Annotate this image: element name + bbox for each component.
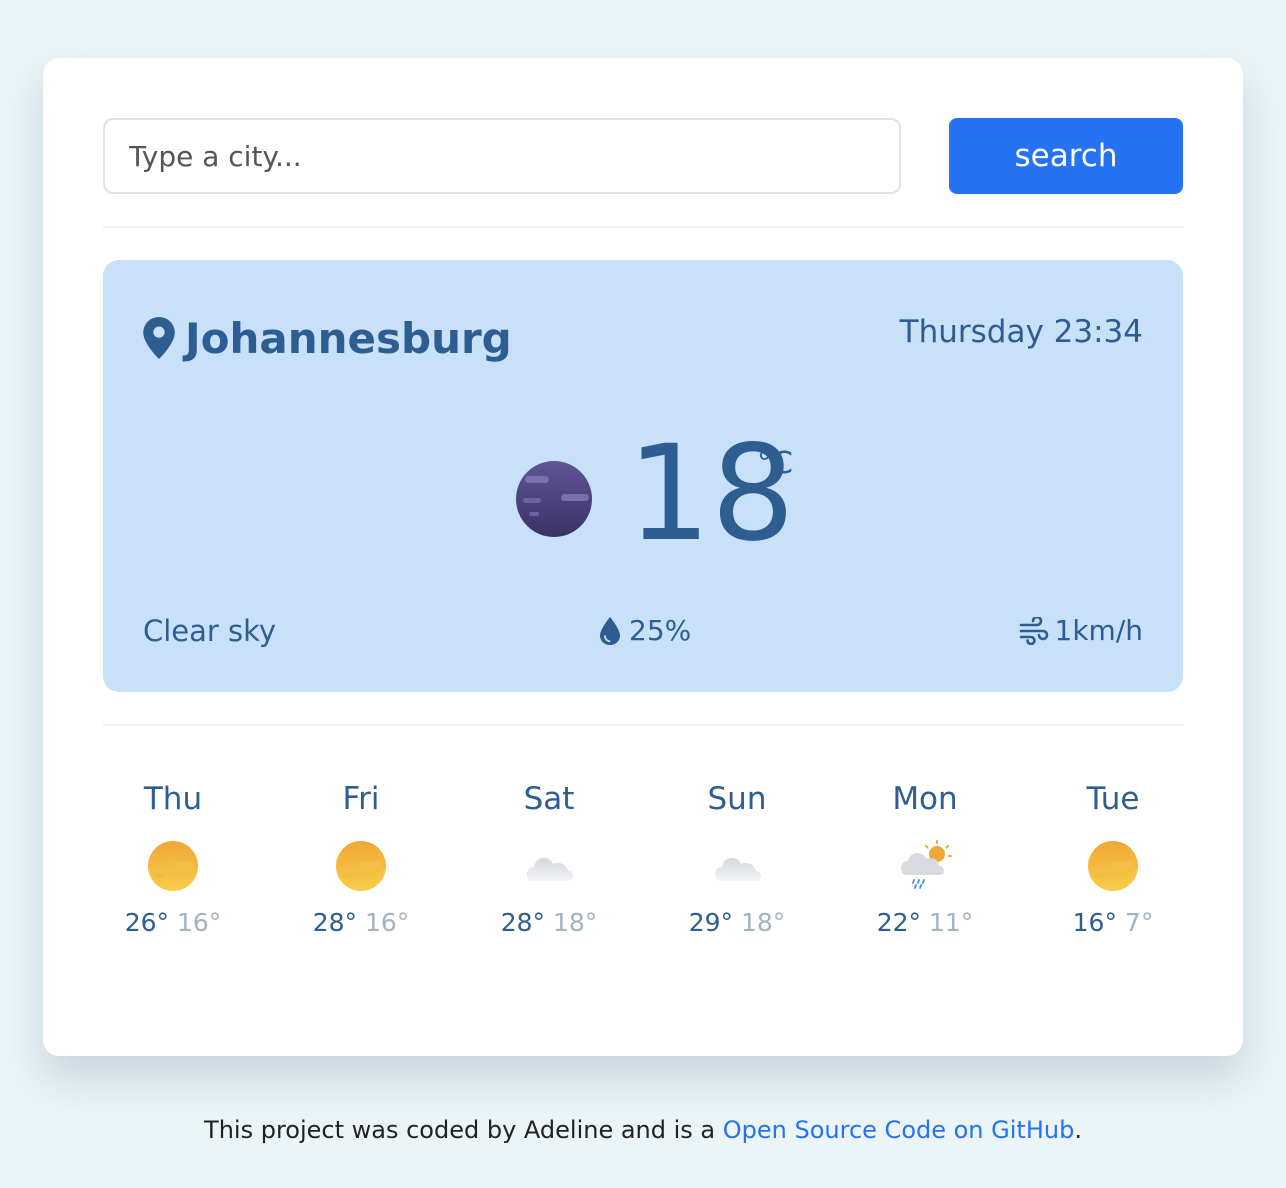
forecast-day-name: Thu — [143, 781, 203, 817]
forecast-min-temp: 18° — [552, 908, 598, 937]
city-heading: Johannesburg — [143, 310, 512, 366]
search-button[interactable]: search — [949, 118, 1183, 194]
footer: This project was coded by Adeline and is… — [0, 1116, 1286, 1144]
forecast-max-temp: 26° — [124, 908, 170, 937]
forecast-max-temp: 28° — [500, 908, 546, 937]
water-drop-icon — [600, 616, 620, 645]
forecast-day: Fri 28° 16° — [291, 776, 431, 937]
footer-period: . — [1074, 1116, 1082, 1144]
city-search-input[interactable] — [103, 118, 901, 194]
sun-icon — [336, 841, 386, 891]
forecast-temps: 16° 7° — [1043, 908, 1183, 937]
search-form: search — [103, 118, 1183, 194]
forecast-max-temp: 22° — [876, 908, 922, 937]
wind-speed-value: 1km/h — [1054, 614, 1143, 647]
temperature-value: 18 — [627, 417, 795, 571]
forecast-max-temp: 29° — [688, 908, 734, 937]
divider — [103, 226, 1183, 228]
forecast-row: Thu 26° 16° Fri 28° 16° Sat 28° 18° Sun … — [103, 776, 1183, 956]
cloud-icon — [527, 858, 573, 881]
forecast-day: Mon 22° 11° — [855, 776, 995, 937]
temperature-unit: °C — [757, 446, 793, 481]
forecast-day-name: Fri — [342, 781, 380, 817]
github-link[interactable]: Open Source Code on GitHub — [723, 1116, 1075, 1144]
forecast-day: Sat 28° 18° — [479, 776, 619, 937]
forecast-min-temp: 16° — [364, 908, 410, 937]
forecast-min-temp: 7° — [1124, 908, 1154, 937]
location-pin-icon — [143, 317, 175, 359]
forecast-temps: 29° 18° — [667, 908, 807, 937]
wind-indicator: 1km/h — [1019, 614, 1143, 647]
forecast-day-name: Mon — [892, 781, 958, 817]
forecast-max-temp: 28° — [312, 908, 358, 937]
clear-night-moon-icon — [516, 461, 592, 537]
humidity-indicator: 25% — [599, 614, 691, 647]
cloud-icon — [715, 858, 761, 881]
forecast-temps: 26° 16° — [103, 908, 243, 937]
weather-card: search Johannesburg Thursday 23:34 18 °C… — [43, 58, 1243, 1056]
forecast-min-temp: 18° — [740, 908, 786, 937]
forecast-day-name: Sat — [523, 781, 575, 817]
forecast-temps: 28° 16° — [291, 908, 431, 937]
current-datetime: Thursday 23:34 — [899, 314, 1143, 350]
forecast-temps: 28° 18° — [479, 908, 619, 937]
city-name: Johannesburg — [185, 313, 512, 363]
sun-icon — [1088, 841, 1138, 891]
humidity-value: 25% — [629, 614, 692, 647]
forecast-min-temp: 11° — [928, 908, 974, 937]
wind-icon — [1019, 616, 1048, 645]
forecast-day-name: Tue — [1086, 781, 1140, 817]
current-weather-panel: Johannesburg Thursday 23:34 18 °C Clear … — [103, 260, 1183, 692]
weather-description: Clear sky — [143, 614, 277, 648]
rain-sun-cloud-icon — [901, 840, 952, 889]
forecast-temps: 22° 11° — [855, 908, 995, 937]
forecast-day-name: Sun — [707, 781, 767, 817]
divider — [103, 724, 1183, 726]
forecast-day: Thu 26° 16° — [103, 776, 243, 937]
forecast-max-temp: 16° — [1072, 908, 1117, 937]
forecast-day: Tue 16° 7° — [1043, 776, 1183, 937]
forecast-day: Sun 29° 18° — [667, 776, 807, 937]
forecast-min-temp: 16° — [176, 908, 222, 937]
footer-text: This project was coded by Adeline and is… — [204, 1116, 723, 1144]
sun-icon — [148, 841, 198, 891]
